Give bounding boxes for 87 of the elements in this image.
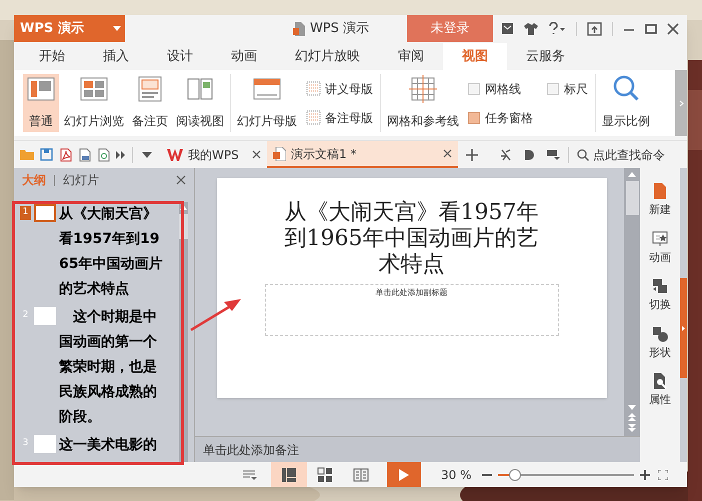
caret-icon: [682, 326, 685, 330]
plus-icon[interactable]: [466, 148, 478, 160]
caret-icon: [113, 26, 121, 31]
more-icon[interactable]: [116, 150, 126, 160]
zoom-slider[interactable]: [498, 468, 634, 480]
ribbon-tab[interactable]: 审阅: [379, 43, 443, 70]
shapes-icon: [651, 324, 669, 342]
zoom-in-icon[interactable]: [640, 470, 650, 480]
sort-icon[interactable]: [243, 470, 257, 480]
book-icon: [353, 466, 369, 482]
close-icon[interactable]: [443, 149, 452, 158]
document-icon: [273, 146, 286, 160]
pdf-icon[interactable]: [59, 148, 72, 162]
normal-view-icon: [281, 466, 297, 482]
close-icon[interactable]: [667, 22, 679, 34]
outline-text: 这个时期是中国动画的第一个繁荣时期，也是民族风格成熟的阶段。: [59, 308, 158, 427]
help-icon[interactable]: [548, 22, 566, 35]
ribbon-tab[interactable]: 插入: [84, 43, 148, 70]
zoom-level: 30 %: [441, 466, 472, 484]
print-preview-icon[interactable]: [78, 148, 91, 162]
checkbox[interactable]: 网格线: [468, 80, 533, 98]
slide-number: 1: [20, 206, 31, 220]
chevron-icon: [678, 100, 684, 106]
preview-icon[interactable]: [97, 148, 110, 162]
scroll-thumb[interactable]: [626, 181, 638, 215]
save-icon[interactable]: [40, 148, 53, 161]
checkbox[interactable]: 任务窗格: [468, 108, 533, 126]
view-button[interactable]: 幻灯片母版: [234, 74, 300, 132]
play-button[interactable]: [387, 462, 421, 487]
ribbon-tab[interactable]: 开始: [20, 43, 84, 70]
ribbon-tab[interactable]: 云服务: [507, 43, 584, 70]
subtitle-placeholder[interactable]: 单击此处添加副标题: [264, 284, 558, 336]
dropdown-icon[interactable]: [142, 152, 152, 158]
task-pane-button[interactable]: 新建: [649, 182, 671, 218]
document-icon: [292, 22, 305, 36]
normal-view-button[interactable]: [271, 462, 307, 487]
ribbon-tab[interactable]: 幻灯片放映: [276, 43, 379, 70]
document-icon: [651, 182, 669, 200]
properties-icon: [651, 372, 669, 390]
arrow-annotation: [190, 297, 242, 331]
animation-icon: [651, 230, 669, 248]
close-icon[interactable]: [252, 150, 261, 159]
view-button[interactable]: 阅读视图: [173, 74, 227, 132]
grid-view-icon: [317, 466, 333, 482]
close-icon[interactable]: [176, 175, 186, 185]
outline-text: 从《大闹天宫》看1957年到1965年中国动画片的艺术特点: [59, 204, 164, 299]
slide-thumbnail[interactable]: [34, 435, 56, 453]
fit-window-icon[interactable]: [658, 470, 668, 480]
task-pane-button[interactable]: 属性: [649, 372, 671, 408]
notes-field[interactable]: 单击此处添加备注: [195, 436, 640, 462]
flag-icon[interactable]: [547, 148, 560, 160]
task-pane-button[interactable]: 形状: [649, 324, 671, 361]
ribbon-tab[interactable]: 动画: [212, 43, 276, 70]
master-button[interactable]: 备注母版: [306, 108, 373, 126]
view-button[interactable]: 幻灯片浏览: [61, 74, 127, 132]
view-button[interactable]: 备注页: [129, 74, 171, 132]
view-button[interactable]: 普通: [23, 74, 59, 132]
panel-tab[interactable]: 幻灯片: [63, 171, 99, 189]
document-tab[interactable]: 我的WPS: [161, 141, 267, 168]
tool-icon[interactable]: [500, 148, 512, 160]
search-field[interactable]: 点此查找命令: [577, 146, 665, 164]
slide-title: 从《大闹天宫》看1957年到1965年中国动画片的艺术特点: [284, 200, 540, 278]
view-button[interactable]: 显示比例: [599, 74, 653, 132]
task-pane-button[interactable]: 动画: [649, 230, 671, 266]
play-icon: [399, 468, 409, 480]
outline-text: 这一美术电影的: [59, 436, 158, 455]
slide-thumbnail[interactable]: [34, 204, 56, 222]
d-icon[interactable]: [524, 148, 535, 160]
window-title: WPS 演示: [310, 20, 370, 38]
task-pane-button[interactable]: 切换: [649, 277, 671, 314]
grid-icon: [408, 74, 438, 104]
checkbox[interactable]: 标尺: [547, 80, 588, 98]
view-button[interactable]: 网格和参考线: [384, 74, 462, 132]
dotted-page-icon: [306, 81, 321, 96]
ribbon-tab[interactable]: 设计: [148, 43, 212, 70]
master-button[interactable]: 讲义母版: [306, 80, 373, 98]
mail-icon[interactable]: [501, 22, 514, 35]
dotted-page-icon: [306, 110, 321, 125]
upload-icon[interactable]: [587, 22, 602, 36]
document-tab[interactable]: 演示文稿1 *: [267, 141, 458, 168]
w-logo-icon: [167, 148, 183, 160]
search-icon: [577, 148, 589, 160]
shirt-icon[interactable]: [524, 22, 538, 35]
slide-thumbnail[interactable]: [34, 307, 56, 325]
maximize-icon[interactable]: [645, 22, 657, 34]
transition-icon: [651, 277, 669, 295]
up-arrow-icon[interactable]: [180, 205, 187, 210]
